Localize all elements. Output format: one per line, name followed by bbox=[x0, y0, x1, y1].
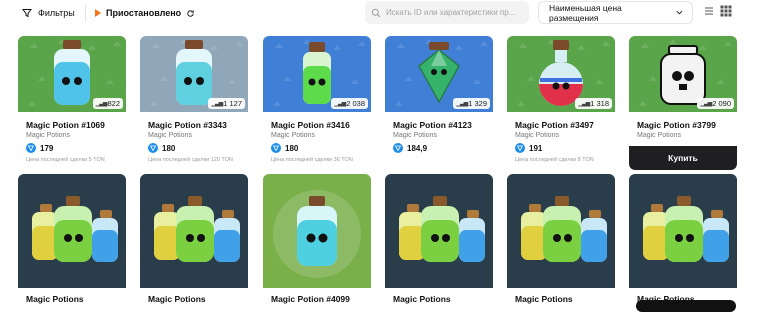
volume-badge: ▁▃▅ 1 127 bbox=[208, 98, 245, 109]
volume-badge: ▁▃▅ 2 038 bbox=[331, 98, 368, 109]
price-value: 180 bbox=[285, 143, 299, 153]
top-toolbar: Фильтры Приостановлено Наименьшая цена р… bbox=[0, 0, 768, 26]
price-value: 180 bbox=[162, 143, 176, 153]
search-icon bbox=[371, 8, 381, 17]
volume-value: 2 038 bbox=[346, 99, 365, 108]
grid-view-icon[interactable] bbox=[720, 5, 732, 17]
volume-value: 1 318 bbox=[590, 99, 609, 108]
nft-title: Magic Potions bbox=[148, 294, 206, 304]
search-input[interactable] bbox=[386, 8, 526, 17]
collection-name: Magic Potions bbox=[271, 132, 315, 139]
price: 184,9 bbox=[393, 143, 427, 153]
nft-title: Magic Potion #4123 bbox=[393, 120, 472, 130]
nft-card[interactable]: ▁▃▅ 1 127 Magic Potion #3343 Magic Potion… bbox=[140, 36, 248, 170]
price-value: 184,9 bbox=[407, 143, 428, 153]
volume-badge: ▁▃▅ 1 329 bbox=[453, 98, 490, 109]
list-view-icon[interactable] bbox=[704, 6, 714, 16]
collection-name: Magic Potions bbox=[148, 132, 192, 139]
chevron-down-icon bbox=[676, 10, 683, 15]
chart-bars-icon: ▁▃▅ bbox=[456, 101, 468, 107]
nft-title: Magic Potions bbox=[393, 294, 451, 304]
floating-action-button[interactable] bbox=[636, 300, 736, 312]
nft-card[interactable]: Magic Potions bbox=[385, 174, 493, 314]
nft-image[interactable] bbox=[385, 174, 493, 288]
sort-select[interactable]: Наименьшая цена размещения bbox=[538, 1, 693, 24]
nft-card[interactable]: Magic Potions bbox=[18, 174, 126, 314]
nft-image[interactable]: ▁▃▅ 2 038 bbox=[263, 36, 371, 112]
nft-image[interactable] bbox=[629, 174, 737, 288]
volume-badge: ▁▃▅ 1 318 bbox=[575, 98, 612, 109]
nft-image[interactable] bbox=[507, 174, 615, 288]
status-toggle[interactable]: Приостановлено bbox=[95, 4, 195, 22]
ton-icon bbox=[393, 143, 403, 153]
last-sale-price: Цена последней сделки 5 TON bbox=[26, 157, 105, 163]
collection-name: Magic Potions bbox=[393, 132, 437, 139]
nft-title: Magic Potion #3343 bbox=[148, 120, 227, 130]
nft-card[interactable]: ▁▃▅ 2 090 Magic Potion #3799 Magic Potion… bbox=[629, 36, 737, 170]
price: 191 bbox=[515, 143, 542, 153]
nft-image[interactable]: ▁▃▅ 1 329 bbox=[385, 36, 493, 112]
chart-bars-icon: ▁▃▅ bbox=[334, 101, 346, 107]
nft-image[interactable]: ▁▃▅ 1 127 bbox=[140, 36, 248, 112]
volume-value: 822 bbox=[107, 99, 120, 108]
last-sale-price: Цена последней сделки 8 TON bbox=[515, 157, 594, 163]
nft-card[interactable]: Magic Potions bbox=[140, 174, 248, 314]
nft-title: Magic Potion #3416 bbox=[271, 120, 350, 130]
chart-bars-icon: ▁▃▅ bbox=[578, 101, 590, 107]
chart-bars-icon: ▁▃▅ bbox=[95, 101, 108, 107]
divider bbox=[85, 4, 86, 22]
nft-card[interactable]: Magic Potion #4099 bbox=[263, 174, 371, 314]
volume-badge: ▁▃▅ 822 bbox=[92, 98, 123, 109]
nft-card[interactable]: ▁▃▅ 1 318 Magic Potion #3497 Magic Potion… bbox=[507, 36, 615, 170]
price-value: 191 bbox=[529, 143, 543, 153]
nft-image[interactable] bbox=[263, 174, 371, 288]
volume-badge: ▁▃▅ 2 090 bbox=[697, 98, 734, 109]
nft-title: Magic Potions bbox=[515, 294, 573, 304]
nft-card[interactable]: ▁▃▅ 2 038 Magic Potion #3416 Magic Potion… bbox=[263, 36, 371, 170]
play-icon bbox=[95, 9, 101, 17]
filters-button[interactable]: Фильтры bbox=[22, 4, 75, 22]
chart-bars-icon: ▁▃▅ bbox=[700, 101, 712, 107]
ton-icon bbox=[148, 143, 158, 153]
collection-name: Magic Potions bbox=[26, 132, 70, 139]
volume-value: 2 090 bbox=[712, 99, 731, 108]
nft-image[interactable]: ▁▃▅ 2 090 bbox=[629, 36, 737, 112]
nft-image[interactable] bbox=[140, 174, 248, 288]
status-label: Приостановлено bbox=[106, 8, 182, 18]
nft-card[interactable]: Magic Potions bbox=[629, 174, 737, 314]
refresh-icon[interactable] bbox=[186, 9, 195, 18]
chart-bars-icon: ▁▃▅ bbox=[211, 101, 223, 107]
volume-value: 1 127 bbox=[223, 99, 242, 108]
ton-icon bbox=[515, 143, 525, 153]
last-sale-price: Цена последней сделки 36 TON bbox=[271, 157, 353, 163]
price: 179 bbox=[26, 143, 53, 153]
nft-card[interactable]: ▁▃▅ 1 329 Magic Potion #4123 Magic Potion… bbox=[385, 36, 493, 170]
collection-name: Magic Potions bbox=[637, 132, 681, 139]
nft-image[interactable]: ▁▃▅ 822 bbox=[18, 36, 126, 112]
nft-image[interactable] bbox=[18, 174, 126, 288]
nft-card[interactable]: Magic Potions bbox=[507, 174, 615, 314]
last-sale-price: Цена последней сделки 120 TON bbox=[148, 157, 233, 163]
buy-button[interactable]: Купить bbox=[629, 146, 737, 170]
nft-image[interactable]: ▁▃▅ 1 318 bbox=[507, 36, 615, 112]
price: 180 bbox=[271, 143, 298, 153]
nft-title: Magic Potion #3497 bbox=[515, 120, 594, 130]
nft-title: Magic Potion #3799 bbox=[637, 120, 716, 130]
price: 180 bbox=[148, 143, 175, 153]
sort-label: Наименьшая цена размещения bbox=[549, 2, 622, 23]
ton-icon bbox=[26, 143, 36, 153]
filters-label: Фильтры bbox=[38, 8, 75, 18]
collection-name: Magic Potions bbox=[515, 132, 559, 139]
volume-value: 1 329 bbox=[468, 99, 487, 108]
price-value: 179 bbox=[40, 143, 54, 153]
ton-icon bbox=[271, 143, 281, 153]
nft-title: Magic Potion #4099 bbox=[271, 294, 350, 304]
nft-card[interactable]: ▁▃▅ 822 Magic Potion #1069 Magic Potions 1… bbox=[18, 36, 126, 170]
nft-title: Magic Potion #1069 bbox=[26, 120, 105, 130]
search-box[interactable] bbox=[365, 1, 529, 24]
filter-icon bbox=[22, 9, 32, 18]
nft-title: Magic Potions bbox=[26, 294, 84, 304]
